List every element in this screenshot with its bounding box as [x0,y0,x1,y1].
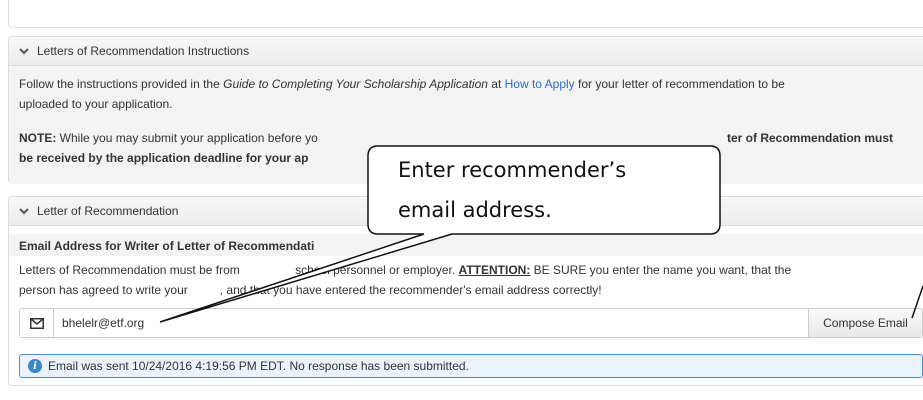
note-label: NOTE: [19,131,57,145]
how-to-apply-link[interactable]: How to Apply [505,77,575,91]
description-text: , and that you have entered the recommen… [219,283,602,297]
callout-line-2: email address. [398,198,552,222]
email-status-alert: i Email was sent 10/24/2016 4:19:56 PM E… [19,354,923,378]
letter-description: Letters of Recommendation must be from s… [19,260,919,300]
description-text: school personnel or employer. [295,263,459,277]
note-bold-text: ter of Recommendation must [727,131,894,145]
email-field-label: Email Address for Writer of Letter of Re… [19,239,315,253]
info-icon: i [28,359,42,373]
instructions-text: at [487,77,505,91]
instructions-panel-header[interactable]: Letters of Recommendation Instructions [9,37,923,66]
instructions-paragraph: Follow the instructions provided in the … [19,74,919,114]
note-text: While you may submit your application be… [56,131,318,145]
description-text: person has agreed to write your [19,283,188,297]
instructions-panel-title: Letters of Recommendation Instructions [37,44,250,58]
description-text: Letters of Recommendation must be from [19,263,244,277]
email-label-row: Email Address for Writer of Letter of Re… [19,236,919,256]
instructions-text: Follow the instructions provided in the [19,77,224,91]
description-text: BE SURE you enter the name you want, tha… [530,263,792,277]
email-addon [20,309,54,337]
chevron-down-icon [19,208,29,215]
callout-line-1: Enter recommender’s [398,158,627,182]
letter-panel-title: Letter of Recommendation [37,204,179,218]
previous-panel-bottom [8,0,923,28]
email-status-text: Email was sent 10/24/2016 4:19:56 PM EDT… [48,359,469,373]
envelope-icon [29,317,44,329]
chevron-down-icon [19,48,29,55]
email-input-group: Compose Email [19,308,923,338]
letter-panel: Letter of Recommendation Email Address f… [8,196,923,386]
instructions-text: uploaded to your application. [19,97,173,111]
guide-title: Guide to Completing Your Scholarship App… [223,77,488,91]
recommender-email-input[interactable] [54,309,808,337]
compose-email-button[interactable]: Compose Email [808,309,922,337]
attention-label: ATTENTION: [458,263,531,277]
note-bold-text: be received by the application deadline … [19,151,309,165]
instructions-text: for your letter of recommendation to be [574,77,785,91]
